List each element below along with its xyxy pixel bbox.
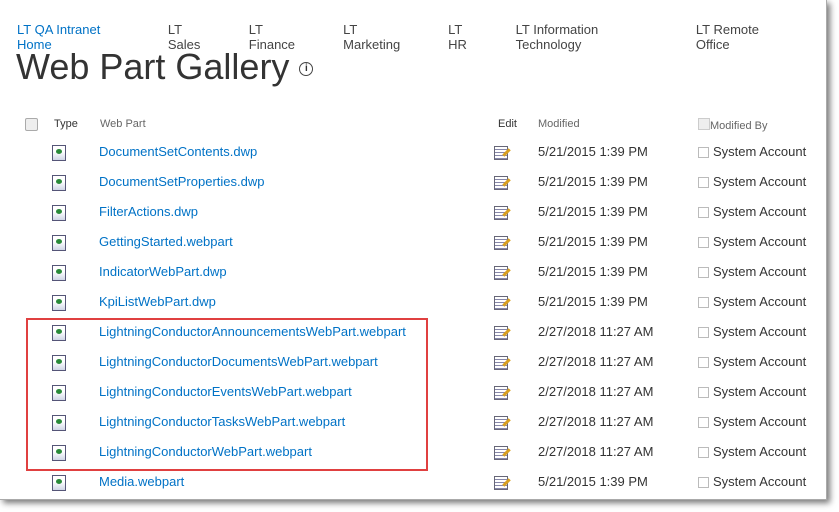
webpart-link[interactable]: KpiListWebPart.dwp [99, 294, 216, 309]
presence-icon [698, 177, 709, 188]
presence-icon [698, 477, 709, 488]
presence-icon [698, 297, 709, 308]
webpart-file-icon [52, 145, 66, 161]
edit-icon[interactable] [494, 386, 508, 400]
webpart-file-icon [52, 295, 66, 311]
col-type[interactable]: Type [54, 118, 78, 130]
presence-icon [698, 357, 709, 368]
modified-by-link[interactable]: System Account [713, 144, 806, 159]
modified-by-link[interactable]: System Account [713, 204, 806, 219]
highlight-box [26, 318, 428, 471]
modified-by-link[interactable]: System Account [713, 384, 806, 399]
modified-date: 2/27/2018 11:27 AM [538, 444, 654, 459]
edit-icon[interactable] [494, 146, 508, 160]
presence-icon [698, 447, 709, 458]
webpart-file-icon [52, 235, 66, 251]
col-web-part[interactable]: Web Part [100, 118, 146, 130]
webpart-file-icon [52, 205, 66, 221]
webpart-link[interactable]: FilterActions.dwp [99, 204, 198, 219]
table-row: Media.webpart 5/21/2015 1:39 PM System A… [0, 474, 826, 512]
info-icon[interactable]: i [299, 62, 314, 77]
select-all-checkbox[interactable] [25, 118, 38, 131]
presence-icon [698, 207, 709, 218]
webpart-link[interactable]: Media.webpart [99, 474, 184, 489]
nav-link[interactable]: LT Information Technology [516, 22, 664, 52]
modified-date: 5/21/2015 1:39 PM [538, 174, 648, 189]
modified-by-link[interactable]: System Account [713, 354, 806, 369]
edit-icon[interactable] [494, 446, 508, 460]
webpart-link[interactable]: GettingStarted.webpart [99, 234, 233, 249]
modified-by-link[interactable]: System Account [713, 234, 806, 249]
page-title: Web Part Gallery i [16, 46, 314, 88]
webpart-link[interactable]: IndicatorWebPart.dwp [99, 264, 227, 279]
col-modified[interactable]: Modified [538, 118, 580, 130]
edit-icon[interactable] [494, 266, 508, 280]
nav-link[interactable]: LT HR [448, 22, 484, 52]
modified-by-link[interactable]: System Account [713, 294, 806, 309]
column-checkbox[interactable] [698, 118, 710, 130]
presence-icon [698, 267, 709, 278]
modified-date: 2/27/2018 11:27 AM [538, 384, 654, 399]
edit-icon[interactable] [494, 326, 508, 340]
modified-date: 2/27/2018 11:27 AM [538, 414, 654, 429]
modified-date: 5/21/2015 1:39 PM [538, 234, 648, 249]
nav-link[interactable]: LT Remote Office [696, 22, 794, 52]
page-title-text: Web Part Gallery [16, 46, 290, 87]
presence-icon [698, 387, 709, 398]
edit-icon[interactable] [494, 236, 508, 250]
modified-date: 2/27/2018 11:27 AM [538, 354, 654, 369]
modified-date: 5/21/2015 1:39 PM [538, 264, 648, 279]
webpart-link[interactable]: DocumentSetContents.dwp [99, 144, 257, 159]
modified-date: 5/21/2015 1:39 PM [538, 144, 648, 159]
modified-date: 5/21/2015 1:39 PM [538, 204, 648, 219]
webpart-link[interactable]: DocumentSetProperties.dwp [99, 174, 264, 189]
col-edit: Edit [498, 118, 517, 130]
presence-icon [698, 327, 709, 338]
edit-icon[interactable] [494, 476, 508, 490]
modified-by-link[interactable]: System Account [713, 264, 806, 279]
webpart-file-icon [52, 175, 66, 191]
edit-icon[interactable] [494, 356, 508, 370]
modified-date: 5/21/2015 1:39 PM [538, 474, 648, 489]
edit-icon[interactable] [494, 206, 508, 220]
modified-by-link[interactable]: System Account [713, 324, 806, 339]
webpart-file-icon [52, 475, 66, 491]
modified-by-link[interactable]: System Account [713, 414, 806, 429]
modified-by-link[interactable]: System Account [713, 474, 806, 489]
window: LT QA Intranet Home LT Sales LT Finance … [0, 0, 827, 500]
presence-icon [698, 147, 709, 158]
modified-date: 5/21/2015 1:39 PM [538, 294, 648, 309]
edit-icon[interactable] [494, 416, 508, 430]
edit-icon[interactable] [494, 176, 508, 190]
modified-by-link[interactable]: System Account [713, 444, 806, 459]
webpart-file-icon [52, 265, 66, 281]
modified-date: 2/27/2018 11:27 AM [538, 324, 654, 339]
modified-by-link[interactable]: System Account [713, 174, 806, 189]
edit-icon[interactable] [494, 296, 508, 310]
presence-icon [698, 417, 709, 428]
presence-icon [698, 237, 709, 248]
col-modified-by[interactable]: Modified By [698, 118, 767, 132]
nav-link[interactable]: LT Marketing [343, 22, 416, 52]
col-modified-by-label: Modified By [710, 120, 768, 132]
